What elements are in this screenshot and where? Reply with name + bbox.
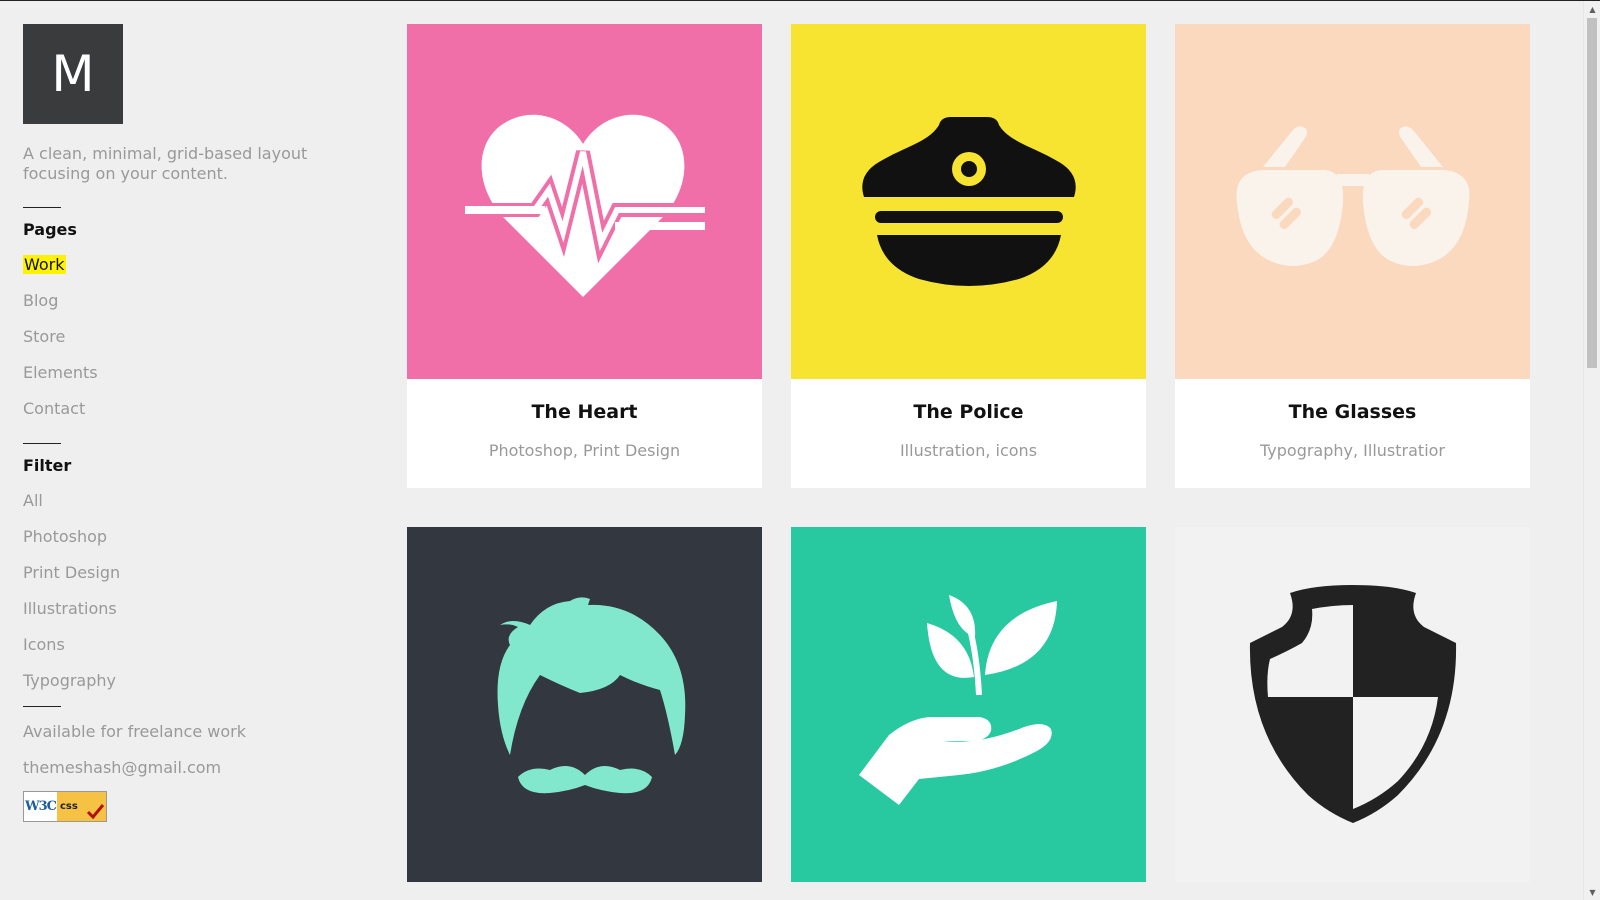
hand-plant-icon	[858, 594, 1057, 805]
logo-letter: M	[51, 45, 95, 103]
project-thumbnail[interactable]	[1175, 24, 1530, 379]
filter-item-print-design: Print Design	[23, 548, 373, 584]
filter-link-illustrations[interactable]: Illustrations	[23, 599, 117, 618]
pages-heading: Pages	[23, 220, 77, 239]
project-card[interactable]	[407, 527, 762, 882]
project-thumbnail[interactable]	[407, 527, 762, 882]
site-logo[interactable]: M	[23, 24, 123, 124]
project-categories: Illustration, icons	[899, 441, 1038, 460]
category-link[interactable]: Print Design	[583, 441, 680, 460]
category-link[interactable]: Typography	[1260, 441, 1353, 460]
category-link[interactable]: Photoshop	[489, 441, 573, 460]
project-thumbnail[interactable]	[1175, 527, 1530, 882]
css-label: css	[57, 792, 106, 821]
police-cap-icon	[861, 116, 1076, 286]
nav-item-contact: Contact	[23, 384, 373, 420]
filter-link-all[interactable]: All	[23, 491, 43, 510]
sidebar: M A clean, minimal, grid-based layout fo…	[23, 24, 373, 822]
divider	[23, 443, 61, 444]
checkmark-icon	[86, 804, 104, 819]
project-title[interactable]: The Police	[791, 379, 1146, 427]
project-thumbnail[interactable]	[791, 527, 1146, 882]
filter-link-print-design[interactable]: Print Design	[23, 563, 120, 582]
project-meta: The Heart Photoshop, Print Design	[407, 379, 762, 488]
css-label-text: css	[60, 801, 78, 812]
scroll-up-arrow-icon[interactable]: ▲	[1584, 1, 1600, 18]
heart-pulse-icon	[464, 114, 705, 297]
project-card[interactable]	[1175, 527, 1530, 882]
project-title[interactable]: The Heart	[407, 379, 762, 427]
divider	[23, 207, 61, 208]
project-card[interactable]: The Police Illustration, icons	[791, 24, 1146, 488]
filter-item-icons: Icons	[23, 620, 373, 656]
filter-item-typography: Typography	[23, 656, 373, 692]
shield-icon	[1249, 584, 1456, 823]
nav-link-contact[interactable]: Contact	[23, 399, 85, 418]
filter-link-icons[interactable]: Icons	[23, 635, 65, 654]
nav-item-blog: Blog	[23, 276, 373, 312]
sunglasses-icon	[1236, 125, 1469, 266]
nav-link-elements[interactable]: Elements	[23, 363, 98, 382]
nav-item-work: Work	[23, 240, 373, 276]
hair-mustache-icon	[497, 596, 685, 793]
nav-link-store[interactable]: Store	[23, 327, 65, 346]
nav-item-elements: Elements	[23, 348, 373, 384]
filter-item-photoshop: Photoshop	[23, 512, 373, 548]
nav-item-store: Store	[23, 312, 373, 348]
filter-nav: All Photoshop Print Design Illustrations…	[23, 476, 373, 692]
category-link[interactable]: icons	[996, 441, 1038, 460]
site-tagline: A clean, minimal, grid-based layout focu…	[23, 144, 308, 183]
filter-heading: Filter	[23, 456, 72, 475]
vertical-scrollbar[interactable]: ▲ ▼	[1583, 1, 1600, 900]
scroll-down-arrow-icon[interactable]: ▼	[1584, 884, 1600, 900]
project-card[interactable]: The Glasses Typography, Illustratior	[1175, 24, 1530, 488]
scrollbar-thumb[interactable]	[1587, 18, 1597, 368]
project-card[interactable]	[791, 527, 1146, 882]
w3c-css-badge[interactable]: W3C css	[23, 791, 107, 822]
availability-text: Available for freelance work	[23, 722, 246, 741]
email-link[interactable]: themeshash@gmail.com	[23, 743, 373, 779]
category-link[interactable]: Illustration	[900, 441, 985, 460]
filter-link-typography[interactable]: Typography	[23, 671, 116, 690]
project-card[interactable]: The Heart Photoshop, Print Design	[407, 24, 762, 488]
nav-link-work[interactable]: Work	[23, 255, 66, 274]
project-categories: Typography, Illustratior	[1260, 441, 1445, 460]
pages-nav: Work Blog Store Elements Contact	[23, 240, 373, 420]
project-title[interactable]: The Glasses	[1175, 379, 1530, 427]
w3c-logo: W3C	[24, 792, 57, 821]
project-thumbnail[interactable]	[407, 24, 762, 379]
category-link[interactable]: Illustratior	[1363, 441, 1445, 460]
filter-item-all: All	[23, 476, 373, 512]
filter-item-illustrations: Illustrations	[23, 584, 373, 620]
project-thumbnail[interactable]	[791, 24, 1146, 379]
project-categories: Photoshop, Print Design	[488, 441, 681, 460]
nav-link-blog[interactable]: Blog	[23, 291, 58, 310]
filter-link-photoshop[interactable]: Photoshop	[23, 527, 107, 546]
project-meta: The Glasses Typography, Illustratior	[1175, 379, 1530, 488]
project-meta: The Police Illustration, icons	[791, 379, 1146, 488]
